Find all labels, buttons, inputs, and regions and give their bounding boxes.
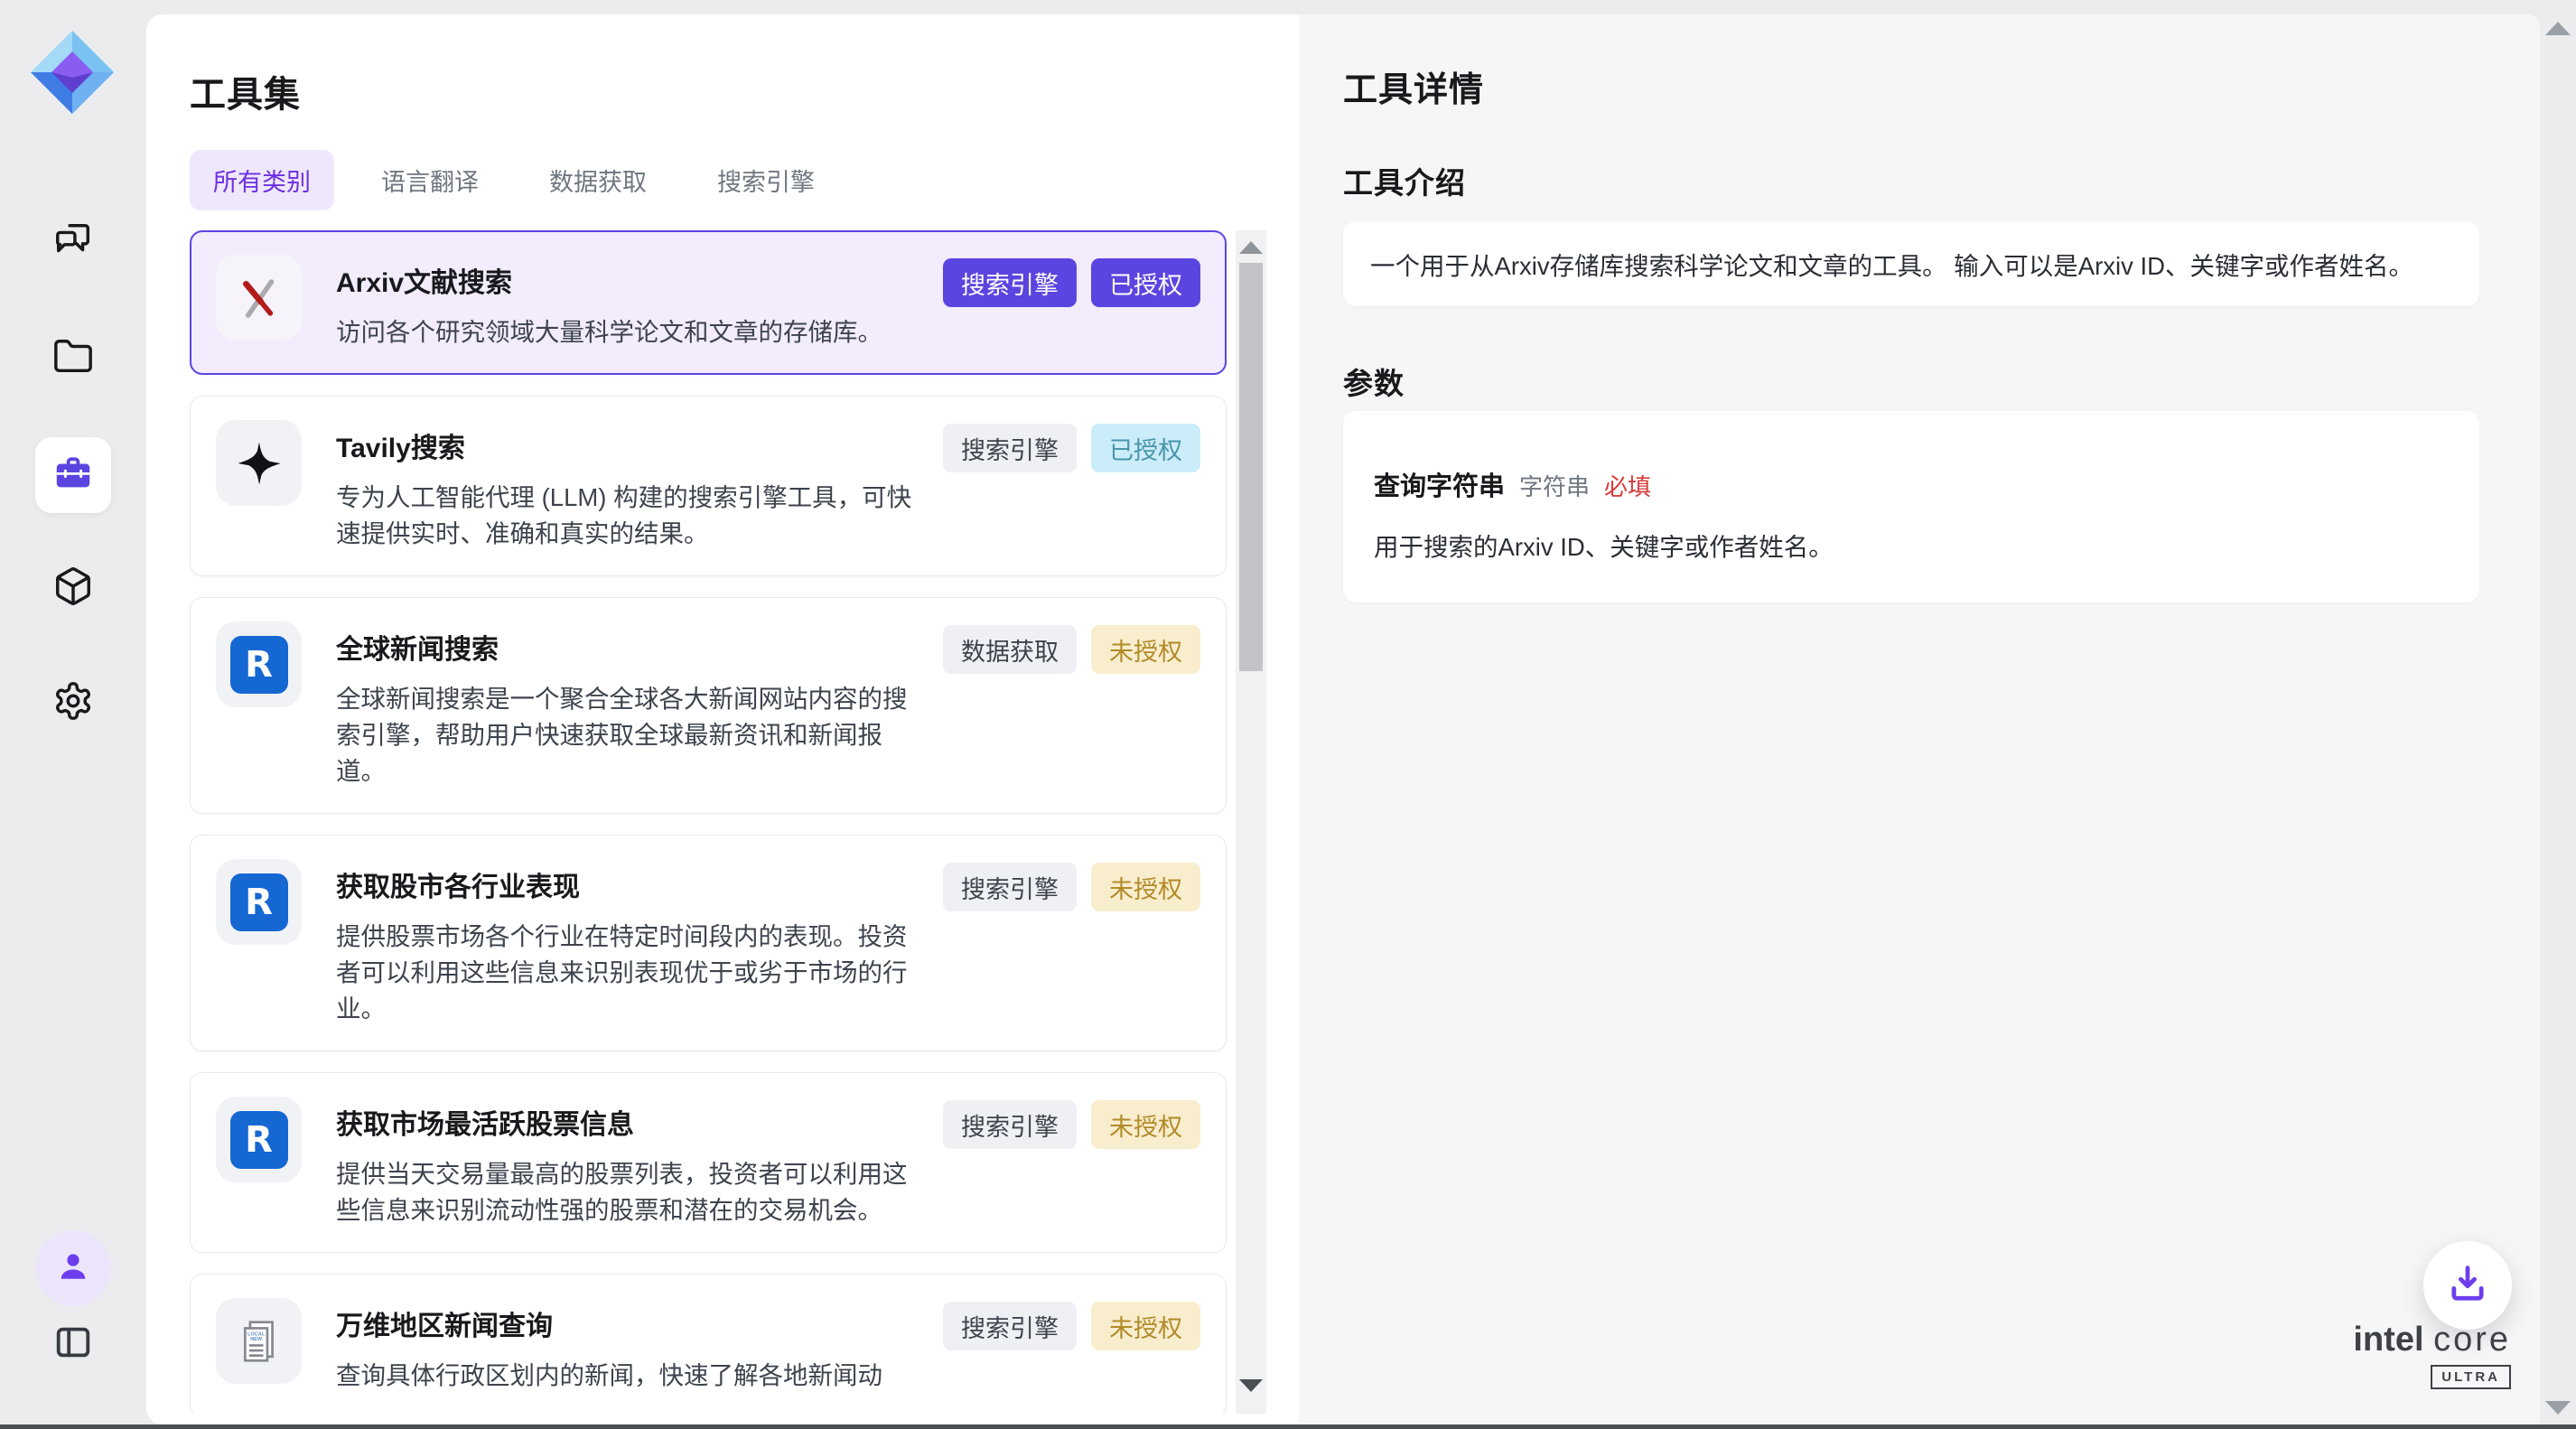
intro-heading: 工具介绍 <box>1343 159 1466 202</box>
tab-all-categories[interactable]: 所有类别 <box>190 150 334 210</box>
tool-description: 专为人工智能代理 (LLM) 构建的搜索引擎工具，可快速提供实时、准确和真实的结… <box>336 480 919 552</box>
local-news-icon: LOCAL NEW <box>216 1298 302 1384</box>
blue-r-app-icon: R <box>216 1097 302 1182</box>
category-badge: 搜索引擎 <box>943 1100 1077 1149</box>
tool-list-scrollbar[interactable] <box>1236 230 1266 1414</box>
ultra-badge: ULTRA <box>2431 1365 2511 1389</box>
tool-description: 提供当天交易量最高的股票列表，投资者可以利用这些信息来识别流动性强的股票和潜在的… <box>336 1156 919 1228</box>
sidebar <box>0 0 146 1429</box>
auth-status-badge: 未授权 <box>1091 863 1200 911</box>
tab-search-engine[interactable]: 搜索引擎 <box>694 150 838 210</box>
auth-status-badge: 未授权 <box>1091 1302 1200 1350</box>
auth-status-badge: 未授权 <box>1091 625 1200 674</box>
tool-name: 获取市场最活跃股票信息 <box>336 1102 919 1142</box>
parameter-card: 查询字符串 字符串 必填 用于搜索的Arxiv ID、关键字或作者姓名。 <box>1343 411 2479 602</box>
scroll-up-arrow-icon[interactable] <box>1239 241 1263 254</box>
toolset-panel: 工具集 所有类别 语言翻译 数据获取 搜索引擎 <box>146 14 1299 1424</box>
parameter-type: 字符串 <box>1519 469 1590 502</box>
tool-description: 提供股票市场各个行业在特定时间段内的表现。投资者可以利用这些信息来识别表现优于或… <box>336 919 919 1027</box>
tool-name: 万维地区新闻查询 <box>336 1303 919 1343</box>
page-scroll-up-icon[interactable] <box>2545 22 2571 35</box>
page-scrollbar[interactable] <box>2540 0 2576 1429</box>
intel-text: intel <box>2353 1321 2423 1359</box>
download-button[interactable] <box>2423 1241 2512 1330</box>
tool-card-most-active-stocks[interactable]: R 获取市场最活跃股票信息 提供当天交易量最高的股票列表，投资者可以利用这些信息… <box>190 1072 1227 1253</box>
sidebar-collapse-button[interactable] <box>35 1306 111 1382</box>
intel-core-ultra-logo: intel core ULTRA <box>2353 1321 2511 1389</box>
tool-detail-panel: 工具详情 工具介绍 一个用于从Arxiv存储库搜索科学论文和文章的工具。 输入可… <box>1299 14 2540 1424</box>
category-badge: 数据获取 <box>943 625 1077 674</box>
scrollbar-thumb[interactable] <box>1239 263 1263 671</box>
tool-name: 获取股市各行业表现 <box>336 864 919 904</box>
category-badge: 搜索引擎 <box>943 863 1077 911</box>
arxiv-icon <box>216 255 302 341</box>
tool-card-local-news[interactable]: LOCAL NEW 万维地区新闻查询 查询具体行政区划内的新闻，快速了解各地新闻… <box>190 1274 1227 1414</box>
folder-icon <box>52 336 94 382</box>
category-badge: 搜索引擎 <box>943 1302 1077 1350</box>
gear-icon <box>52 680 94 726</box>
download-icon <box>2444 1260 2491 1312</box>
category-tabs: 所有类别 语言翻译 数据获取 搜索引擎 <box>190 150 838 210</box>
page-scroll-down-icon[interactable] <box>2545 1401 2571 1415</box>
tool-card-arxiv[interactable]: Arxiv文献搜索 访问各个研究领域大量科学论文和文章的存储库。 搜索引擎 已授… <box>190 230 1227 375</box>
sparkle-icon <box>216 420 302 506</box>
tool-card-sector-performance[interactable]: R 获取股市各行业表现 提供股票市场各个行业在特定时间段内的表现。投资者可以利用… <box>190 835 1227 1051</box>
user-avatar[interactable] <box>35 1230 111 1306</box>
sidebar-item-models[interactable] <box>35 550 111 626</box>
detail-title: 工具详情 <box>1343 61 1484 111</box>
parameter-name: 查询字符串 <box>1374 465 1505 503</box>
page-title: 工具集 <box>190 65 301 117</box>
content-area: 工具集 所有类别 语言翻译 数据获取 搜索引擎 <box>146 14 2540 1424</box>
tool-card-global-news[interactable]: R 全球新闻搜索 全球新闻搜索是一个聚合全球各大新闻网站内容的搜索引擎，帮助用户… <box>190 597 1227 814</box>
tool-card-tavily[interactable]: Tavily搜索 专为人工智能代理 (LLM) 构建的搜索引擎工具，可快速提供实… <box>190 396 1227 576</box>
sidebar-item-files[interactable] <box>35 321 111 397</box>
tool-name: 全球新闻搜索 <box>336 627 919 667</box>
auth-status-badge: 已授权 <box>1091 258 1200 307</box>
core-text: core <box>2433 1321 2511 1359</box>
tool-description: 查询具体行政区划内的新闻，快速了解各地新闻动 <box>336 1358 919 1394</box>
tool-name: Tavily搜索 <box>336 425 919 465</box>
parameter-description: 用于搜索的Arxiv ID、关键字或作者姓名。 <box>1374 527 2449 563</box>
chat-icon <box>52 220 94 266</box>
tool-description: 访问各个研究领域大量科学论文和文章的存储库。 <box>336 314 919 350</box>
sidebar-item-chat[interactable] <box>35 205 111 281</box>
category-badge: 搜索引擎 <box>943 258 1077 307</box>
panel-toggle-icon <box>52 1322 94 1368</box>
required-badge: 必填 <box>1604 469 1651 502</box>
auth-status-badge: 已授权 <box>1091 424 1200 472</box>
svg-text:NEW: NEW <box>250 1336 263 1341</box>
sidebar-item-settings[interactable] <box>35 665 111 741</box>
app-logo <box>29 29 116 116</box>
tool-description: 全球新闻搜索是一个聚合全球各大新闻网站内容的搜索引擎，帮助用户快速获取全球最新资… <box>336 681 919 789</box>
tab-translation[interactable]: 语言翻译 <box>358 150 502 210</box>
sidebar-item-toolset[interactable] <box>35 437 111 513</box>
intro-card: 一个用于从Arxiv存储库搜索科学论文和文章的工具。 输入可以是Arxiv ID… <box>1343 221 2479 306</box>
person-icon <box>53 1247 93 1291</box>
intro-text: 一个用于从Arxiv存储库搜索科学论文和文章的工具。 输入可以是Arxiv ID… <box>1370 252 2413 280</box>
params-heading: 参数 <box>1343 360 1405 403</box>
window-bottom-edge <box>0 1424 2576 1429</box>
tool-list: Arxiv文献搜索 访问各个研究领域大量科学论文和文章的存储库。 搜索引擎 已授… <box>190 230 1227 1414</box>
category-badge: 搜索引擎 <box>943 424 1077 472</box>
cube-icon <box>52 565 94 612</box>
app-window: 工具集 所有类别 语言翻译 数据获取 搜索引擎 <box>0 0 2576 1429</box>
toolbox-icon <box>52 453 94 499</box>
tab-data-fetch[interactable]: 数据获取 <box>526 150 670 210</box>
blue-r-app-icon: R <box>216 859 302 945</box>
scroll-down-arrow-icon[interactable] <box>1239 1379 1263 1392</box>
blue-r-app-icon: R <box>216 621 302 707</box>
auth-status-badge: 未授权 <box>1091 1100 1200 1149</box>
tool-name: Arxiv文献搜索 <box>336 260 919 300</box>
